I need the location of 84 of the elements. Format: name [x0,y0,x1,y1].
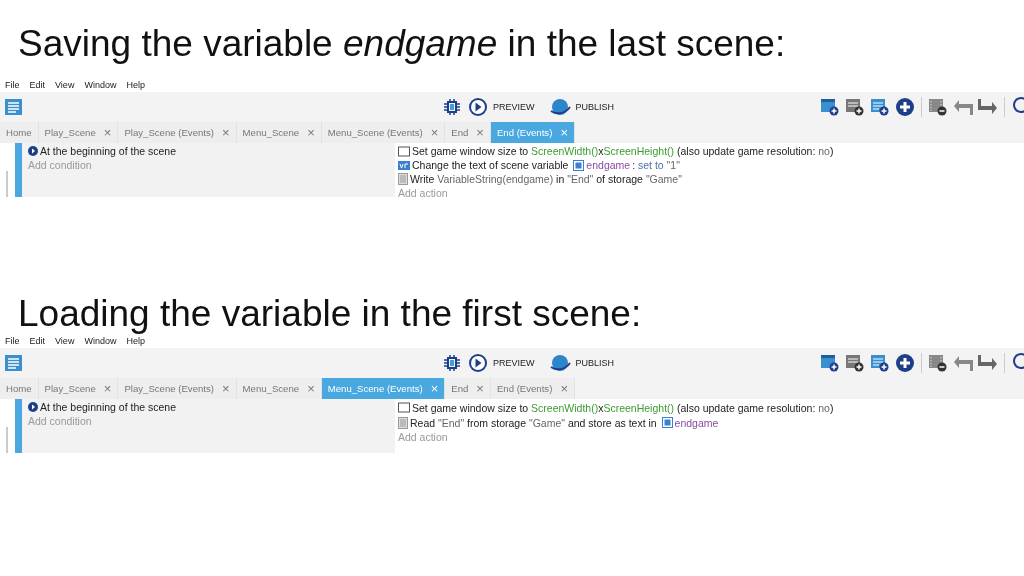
bug-icon[interactable] [442,353,462,373]
preview-button[interactable]: PREVIEW [468,97,543,117]
close-tab-button[interactable]: × [476,382,484,395]
close-tab-button[interactable]: × [430,126,439,139]
add-condition-link[interactable]: Add condition [28,159,389,171]
tab[interactable]: Menu_Scene (Events) × [321,122,446,143]
action-text: Change the text of scene variable [412,159,570,171]
bug-icon[interactable] [442,97,462,117]
film-remove-icon[interactable] [927,96,949,118]
action-text: Write VariableString(endgame) in "End" of storage "Game" [410,173,682,185]
add-circle-icon[interactable] [894,96,916,118]
film-remove-icon[interactable] [927,352,949,374]
menu-item[interactable]: File [5,336,20,346]
add-action-link[interactable]: Add action [398,431,448,443]
action-text: Read "End" from storage "Game" and store as text in [410,416,658,429]
tab[interactable]: Play_Scene × [38,122,119,143]
publish-button[interactable]: PUBLISH [548,353,623,373]
publish-button[interactable]: PUBLISH [548,97,623,117]
tab[interactable]: Home [0,122,39,143]
action-text: Set game window size to ScreenWidth()xScreenHeight() (also update game resolution: no) [412,401,834,414]
slide-heading: Loading the variable in the first scene: [18,294,643,334]
close-tab-button[interactable]: × [560,382,568,395]
preview-button[interactable]: PREVIEW [468,353,543,373]
menu-item[interactable]: Edit [29,336,46,346]
add-list-icon[interactable] [869,352,891,374]
menu-item[interactable]: Help [126,336,145,346]
close-tab-button[interactable]: × [222,382,230,395]
tab[interactable]: Play_Scene (Events) × [118,378,237,399]
menu-item[interactable]: View [55,80,75,90]
event-bar [15,399,22,453]
tab[interactable]: End (Events) × [490,378,575,399]
close-tab-button[interactable]: × [103,126,112,139]
close-tab-button[interactable]: × [222,126,230,139]
menu-item[interactable]: Window [84,80,117,90]
variable-name: endgame [586,159,631,171]
globe-icon [548,97,571,117]
add-window-icon[interactable] [819,96,841,118]
document-icon [398,173,408,185]
slide-heading: Saving the variable endgame in the last scene: [18,24,787,64]
close-tab-button[interactable]: × [307,126,315,139]
tab[interactable]: Menu_Scene (Events) × [321,378,446,399]
play-icon [468,97,488,117]
close-tab-button[interactable]: × [476,126,484,139]
close-tab-button[interactable]: × [430,382,439,395]
add-window-icon[interactable] [819,352,841,374]
variable-icon [661,417,673,428]
variable-name: endgame [674,416,719,429]
add-condition-link[interactable]: Add condition [28,415,389,427]
menu-item[interactable]: View [55,336,75,346]
menu-item[interactable]: Help [126,80,145,90]
events-sheet-icon[interactable] [4,353,24,373]
document-icon [398,416,408,429]
action-text: Set game window size to ScreenWidth()xScreenHeight() (also update game resolution: no) [412,145,834,157]
globe-icon [548,353,571,373]
tab[interactable]: Menu_Scene × [236,378,322,399]
event-bar [15,143,22,197]
events-sheet-icon[interactable] [4,97,24,117]
play-icon [468,353,488,373]
variable-icon [573,159,585,171]
play-icon [28,402,38,412]
tab[interactable]: Home [0,378,39,399]
window-icon [398,402,410,413]
tab[interactable]: Menu_Scene × [236,122,322,143]
action-text: : set to "1" [632,159,680,171]
add-action-link[interactable]: Add action [398,187,448,197]
close-tab-button[interactable]: × [103,382,112,395]
tab[interactable]: End (Events) × [490,122,575,143]
play-icon [28,146,38,156]
add-grid-icon[interactable] [844,96,866,118]
add-list-icon[interactable] [869,96,891,118]
tab[interactable]: End × [445,122,491,143]
menu-item[interactable]: Edit [29,80,46,90]
tab[interactable]: End × [445,378,491,399]
condition-text: At the beginning of the scene [40,401,177,413]
menu-item[interactable]: File [5,80,20,90]
menu-item[interactable]: Window [84,336,117,346]
condition-text: At the beginning of the scene [40,145,177,157]
add-grid-icon[interactable] [844,352,866,374]
variable-icon [398,159,410,171]
close-tab-button[interactable]: × [560,126,568,139]
add-circle-icon[interactable] [894,352,916,374]
tab[interactable]: Play_Scene × [38,378,119,399]
tab[interactable]: Play_Scene (Events) × [118,122,237,143]
close-tab-button[interactable]: × [307,382,315,395]
